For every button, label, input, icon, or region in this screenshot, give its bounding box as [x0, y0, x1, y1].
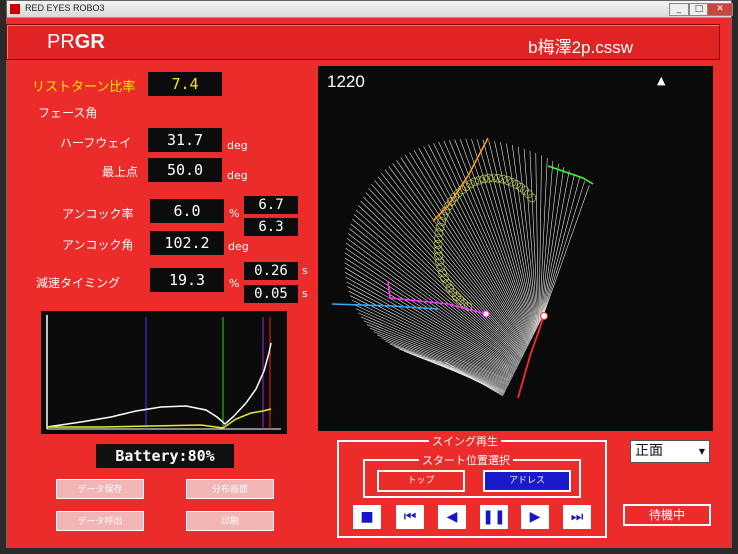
point-red: [540, 312, 548, 320]
header-bar: PRGR b梅澤2p.cssw: [6, 24, 720, 60]
maximize-button[interactable]: □: [689, 3, 709, 16]
first-frame-button[interactable]: ⏮: [396, 505, 424, 529]
uncock-rate-label: アンコック率: [62, 207, 134, 221]
uncock-rate-extra-2: 6.3: [244, 218, 298, 236]
fan-line: [346, 281, 515, 374]
fan-line: [443, 140, 532, 340]
mouse-cursor-icon: ▲: [657, 74, 666, 87]
uncock-angle-unit: deg: [228, 240, 249, 253]
fan-line: [541, 177, 580, 318]
decel-extra-1-unit: s: [302, 264, 308, 277]
speed-graph: [41, 311, 287, 434]
return-rate-value: 7.4: [148, 72, 222, 96]
start-position-title: スタート位置選択: [419, 452, 513, 468]
decel-extra-2: 0.05: [244, 285, 298, 303]
view-select-value: 正面: [635, 443, 663, 459]
data-save-button[interactable]: データ保存: [56, 479, 144, 499]
top-label: 最上点: [102, 165, 139, 179]
uncock-angle-label: アンコック角: [62, 238, 134, 252]
battery-indicator: Battery:80%: [96, 444, 234, 468]
uncock-angle-value: 102.2: [150, 231, 224, 255]
club-head-point: [475, 175, 484, 185]
pause-button[interactable]: ❚❚: [480, 505, 508, 529]
frame-counter: 1220: [327, 72, 365, 91]
point-magenta: [482, 310, 490, 318]
last-frame-button[interactable]: ⏭: [563, 505, 591, 529]
fan-line: [351, 299, 513, 377]
top-unit: deg: [227, 169, 248, 182]
swing-viewer[interactable]: [318, 66, 713, 431]
window-title: RED EYES ROBO3: [25, 3, 105, 13]
trace-blue: [331, 303, 439, 310]
fan-line: [355, 209, 522, 360]
decel-timing-value: 19.3: [150, 268, 224, 292]
view-select[interactable]: 正面 ▼: [630, 440, 710, 463]
chevron-down-icon: ▼: [698, 447, 705, 456]
title-bar: RED EYES ROBO3 _ □ ✕: [7, 1, 733, 18]
address-button[interactable]: アドレス: [483, 470, 571, 492]
step-back-button[interactable]: ◀: [438, 505, 466, 529]
close-button[interactable]: ✕: [707, 3, 733, 16]
halfway-label: ハーフウェイ: [60, 136, 132, 150]
decel-extra-2-unit: s: [302, 287, 308, 300]
trace-green: [547, 165, 594, 185]
uncock-rate-extra-1: 6.7: [244, 196, 298, 214]
uncock-rate-value: 6.0: [150, 199, 224, 223]
top-value: 50.0: [148, 158, 222, 182]
club-head-point: [438, 268, 447, 278]
decel-extra-1: 0.26: [244, 262, 298, 280]
stop-button[interactable]: ■: [353, 505, 381, 529]
swing-playback-title: スイング再生: [429, 433, 501, 449]
club-head-point: [442, 279, 452, 288]
face-angle-label: フェース角: [38, 106, 98, 120]
uncock-rate-unit: %: [229, 207, 240, 220]
swing-trace: [331, 137, 594, 399]
brand-logo: PRGR: [47, 31, 105, 53]
fan-line: [350, 223, 521, 363]
decel-timing-unit: %: [229, 277, 240, 290]
fan-line: [541, 173, 575, 319]
decel-timing-label: 減速タイミング: [36, 276, 121, 290]
halfway-value: 31.7: [148, 128, 222, 152]
minimize-button[interactable]: _: [669, 3, 689, 16]
fan-line: [366, 324, 511, 383]
fan-line: [355, 308, 513, 379]
fan-line: [377, 334, 509, 385]
distribution-button[interactable]: 分布画面: [186, 479, 274, 499]
return-rate-label: リストターン比率: [32, 80, 136, 95]
fan-line: [540, 166, 565, 321]
file-name: b梅澤2p.cssw: [528, 38, 633, 57]
top-button[interactable]: トップ: [377, 470, 465, 492]
fan-line: [542, 185, 590, 317]
fan-line: [409, 152, 529, 346]
print-button[interactable]: 印刷: [186, 511, 274, 531]
club-head-point: [434, 228, 444, 238]
speed-graph-plot: [46, 315, 281, 430]
status-indicator: 待機中: [623, 504, 711, 526]
halfway-unit: deg: [227, 139, 248, 152]
app-icon: [10, 4, 20, 14]
data-load-button[interactable]: データ呼出: [56, 511, 144, 531]
fan-line: [538, 155, 542, 325]
step-forward-button[interactable]: ▶: [521, 505, 549, 529]
speed-curve-white: [46, 342, 272, 428]
